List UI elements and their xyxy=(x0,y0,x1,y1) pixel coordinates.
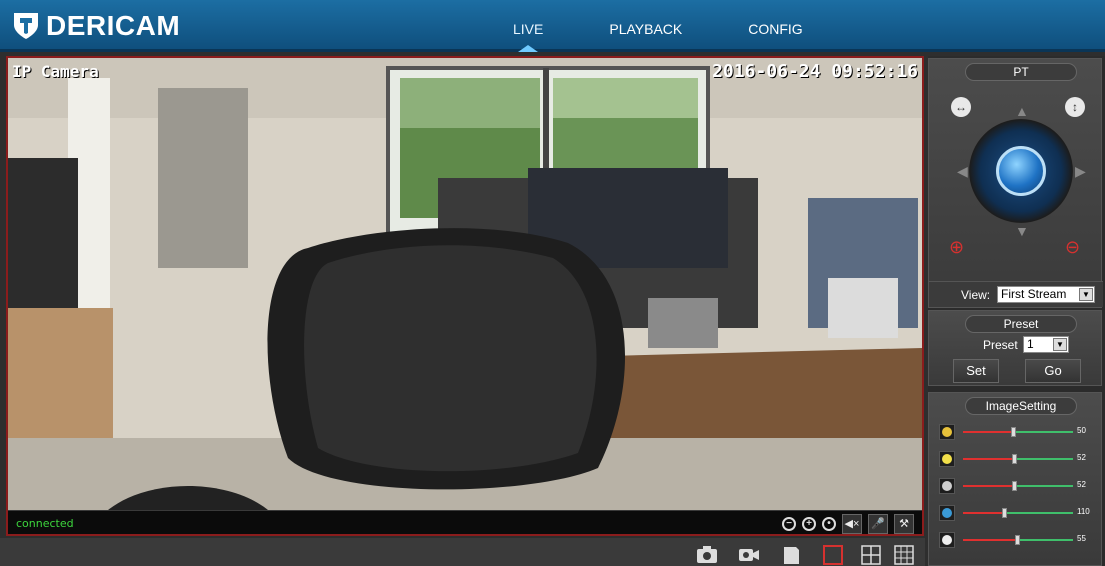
vertical-patrol-icon[interactable]: ↕ xyxy=(1065,97,1085,117)
video-container: IP Camera 2016-06-24 09:52:16 connected … xyxy=(6,56,924,536)
shield-logo-icon xyxy=(14,13,38,39)
tools-icon[interactable]: ⚒ xyxy=(894,514,914,534)
image-slider[interactable] xyxy=(963,481,1073,491)
connection-status: connected xyxy=(16,517,74,530)
preset-label: Preset xyxy=(983,338,1018,352)
image-slider-row: 55 xyxy=(939,531,1099,549)
slider-value: 110 xyxy=(1077,507,1090,516)
pan-left-icon[interactable]: ◀ xyxy=(957,163,968,180)
zoom-in-icon[interactable]: ⊕ xyxy=(949,237,964,258)
preset-select[interactable]: 1 ▼ xyxy=(1023,336,1069,353)
video-status-bar: connected − + • ◀× 🎤 ⚒ xyxy=(8,510,922,534)
zoom-out-icon[interactable]: − xyxy=(782,517,796,531)
slider-fill xyxy=(963,458,1014,460)
top-header: DERICAM LIVE PLAYBACK CONFIG xyxy=(0,0,1105,52)
brightness-icon xyxy=(939,451,955,467)
fit-icon[interactable]: • xyxy=(822,517,836,531)
image-slider[interactable] xyxy=(963,508,1073,518)
image-slider-row: 110 xyxy=(939,504,1099,522)
horizontal-patrol-icon[interactable]: ↔ xyxy=(951,97,971,117)
video-frame-image xyxy=(8,58,922,510)
single-view-icon[interactable] xyxy=(822,545,844,565)
record-video-icon[interactable] xyxy=(738,545,760,565)
sharpness-icon xyxy=(939,532,955,548)
osd-datetime: 2016-06-24 09:52:16 xyxy=(712,61,918,82)
slider-fill xyxy=(963,431,1013,433)
ptz-joystick[interactable] xyxy=(969,119,1073,223)
image-slider[interactable] xyxy=(963,535,1073,545)
slider-value: 50 xyxy=(1077,426,1086,435)
nav-live[interactable]: LIVE xyxy=(480,0,576,52)
preset-panel: Preset Preset 1 ▼ Set Go xyxy=(928,310,1102,386)
snapshot-camera-icon[interactable] xyxy=(696,545,718,565)
bottom-toolbar xyxy=(0,538,925,566)
contrast-icon xyxy=(939,478,955,494)
image-slider-row: 52 xyxy=(939,477,1099,495)
view-row: View: First Stream ▼ xyxy=(929,281,1103,307)
logo-text: DERICAM xyxy=(46,10,181,41)
chevron-down-icon: ▼ xyxy=(1079,288,1093,301)
pan-right-icon[interactable]: ▶ xyxy=(1075,163,1086,180)
slider-thumb[interactable] xyxy=(1011,481,1017,491)
slider-fill xyxy=(963,485,1014,487)
slider-value: 52 xyxy=(1077,453,1086,462)
mute-icon[interactable]: ◀× xyxy=(842,514,862,534)
view-stream-value: First Stream xyxy=(1001,287,1067,301)
slider-fill xyxy=(963,539,1017,541)
image-setting-panel: ImageSetting 50 52 52 110 55 xyxy=(928,392,1102,566)
osd-camera-name: IP Camera xyxy=(12,62,99,81)
preset-set-button[interactable]: Set xyxy=(953,359,999,383)
slider-fill xyxy=(963,512,1004,514)
color-icon xyxy=(939,424,955,440)
chevron-down-icon: ▼ xyxy=(1053,338,1067,351)
slider-thumb[interactable] xyxy=(1011,454,1017,464)
slider-thumb[interactable] xyxy=(1014,535,1020,545)
ptz-center-button[interactable] xyxy=(996,146,1046,196)
image-setting-title: ImageSetting xyxy=(965,397,1077,415)
view-stream-select[interactable]: First Stream ▼ xyxy=(997,286,1095,303)
right-panel: PT ↔ ↕ ▲ ▼ ◀ ▶ ⊕ ⊖ View: First Stream ▼ … xyxy=(928,56,1105,566)
quad-view-icon[interactable] xyxy=(860,545,882,565)
nav-playback[interactable]: PLAYBACK xyxy=(576,0,715,52)
pt-title: PT xyxy=(965,63,1077,81)
preset-go-button[interactable]: Go xyxy=(1025,359,1081,383)
nine-view-icon[interactable] xyxy=(893,545,915,565)
slider-value: 52 xyxy=(1077,480,1086,489)
video-controls: − + • ◀× 🎤 ⚒ xyxy=(782,514,914,534)
preset-title: Preset xyxy=(965,315,1077,333)
main-nav: LIVE PLAYBACK CONFIG xyxy=(480,0,836,52)
slider-thumb[interactable] xyxy=(1001,508,1007,518)
dericam-logo: DERICAM xyxy=(12,8,180,44)
zoom-out-icon[interactable]: ⊖ xyxy=(1065,237,1080,258)
sd-card-icon[interactable] xyxy=(780,545,802,565)
pan-up-icon[interactable]: ▲ xyxy=(1015,103,1029,119)
zoom-in-icon[interactable]: + xyxy=(802,517,816,531)
view-label: View: xyxy=(961,288,991,302)
image-slider-row: 52 xyxy=(939,450,1099,468)
pan-down-icon[interactable]: ▼ xyxy=(1015,223,1029,239)
image-slider-row: 50 xyxy=(939,423,1099,441)
image-slider[interactable] xyxy=(963,454,1073,464)
slider-value: 55 xyxy=(1077,534,1086,543)
saturation-icon xyxy=(939,505,955,521)
pt-panel: PT ↔ ↕ ▲ ▼ ◀ ▶ ⊕ ⊖ View: First Stream ▼ xyxy=(928,58,1103,308)
mic-off-icon[interactable]: 🎤 xyxy=(868,514,888,534)
preset-value: 1 xyxy=(1027,337,1034,351)
slider-thumb[interactable] xyxy=(1010,427,1016,437)
nav-config[interactable]: CONFIG xyxy=(715,0,835,52)
live-video[interactable]: IP Camera 2016-06-24 09:52:16 xyxy=(8,58,922,510)
image-slider[interactable] xyxy=(963,427,1073,437)
